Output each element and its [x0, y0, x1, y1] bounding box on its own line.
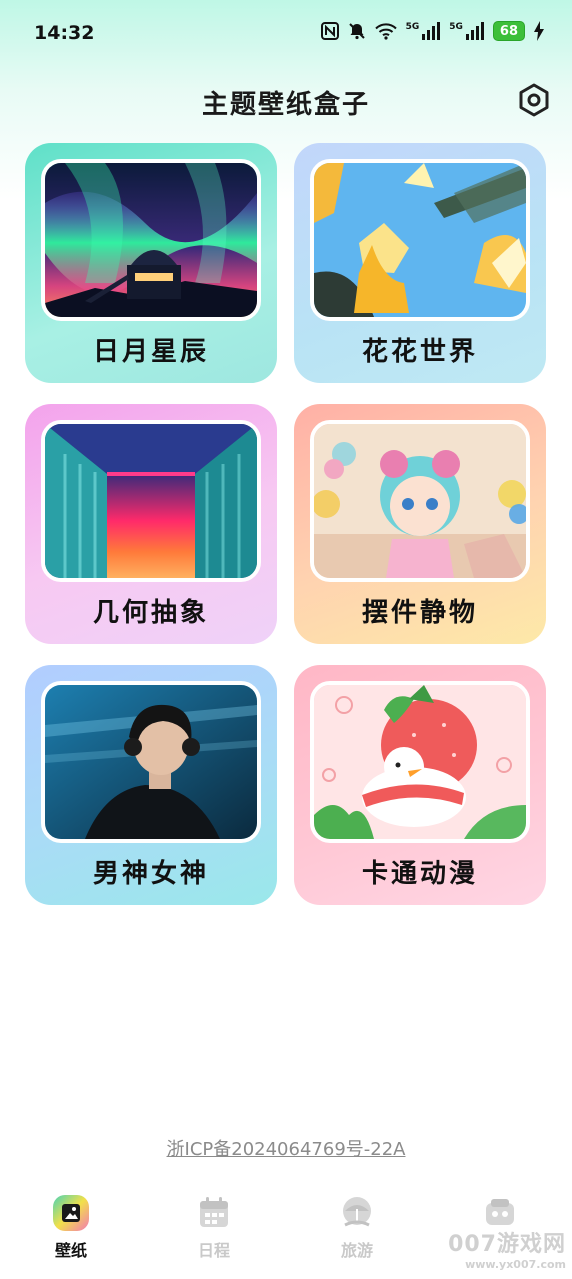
- male-portrait-photo: [41, 681, 261, 843]
- category-card-stars[interactable]: 日月星辰: [25, 143, 277, 383]
- doll-figurine-photo: [310, 420, 530, 582]
- signal-icon: 5G: [449, 22, 484, 40]
- category-label: 花花世界: [361, 337, 478, 367]
- daffodil-blue-sky-photo: [310, 159, 530, 321]
- nav-label: 日程: [197, 1241, 230, 1260]
- category-label: 日月星辰: [92, 337, 209, 367]
- nav-label: 壁纸: [54, 1241, 87, 1260]
- category-label: 男神女神: [92, 859, 209, 889]
- category-card-idols[interactable]: 男神女神: [25, 665, 277, 905]
- nav-item-wallpaper[interactable]: 壁纸: [21, 1195, 121, 1261]
- status-icons: 5G 5G 68: [320, 21, 544, 41]
- neon-corridor-photo: [41, 420, 261, 582]
- wallpaper-icon: [53, 1195, 89, 1231]
- battery-icon: 68: [492, 21, 525, 41]
- category-label: 摆件静物: [361, 598, 478, 628]
- status-bar: 14:32 5G 5G 68: [0, 0, 572, 68]
- category-label: 卡通动漫: [361, 859, 478, 889]
- category-card-flowers[interactable]: 花花世界: [294, 143, 546, 383]
- category-card-cartoon[interactable]: 卡通动漫: [294, 665, 546, 905]
- nav-item-travel[interactable]: 旅游: [307, 1195, 407, 1261]
- calendar-icon: [200, 1197, 228, 1227]
- mute-bell-icon: [348, 23, 365, 40]
- aurora-observatory-photo: [41, 159, 261, 321]
- hexagon-gear-icon[interactable]: [516, 82, 552, 118]
- nav-label: 旅游: [340, 1241, 373, 1260]
- nfc-icon: [320, 22, 339, 40]
- network-type: 5G: [405, 22, 420, 32]
- nav-item-schedule[interactable]: 日程: [164, 1195, 264, 1261]
- page-title: 主题壁纸盒子: [201, 90, 370, 120]
- network-type: 5G: [449, 22, 463, 32]
- charging-icon: [534, 21, 544, 41]
- category-card-geometry[interactable]: 几何抽象: [25, 404, 277, 644]
- watermark-url: www.yx007.com: [465, 1258, 566, 1271]
- category-label: 几何抽象: [92, 598, 209, 628]
- cartoon-strawberry-duck: [310, 681, 530, 843]
- watermark: 007游戏网 www.yx007.com: [448, 1226, 566, 1271]
- signal-icon: 5G: [406, 22, 441, 40]
- category-card-still-life[interactable]: 摆件静物: [294, 404, 546, 644]
- icp-link[interactable]: 浙ICP备2024064769号-22A: [0, 1135, 572, 1161]
- travel-icon: [343, 1197, 371, 1227]
- status-time: 14:32: [34, 22, 95, 44]
- watermark-text: 007游戏网: [448, 1232, 566, 1257]
- wifi-icon: [374, 23, 397, 40]
